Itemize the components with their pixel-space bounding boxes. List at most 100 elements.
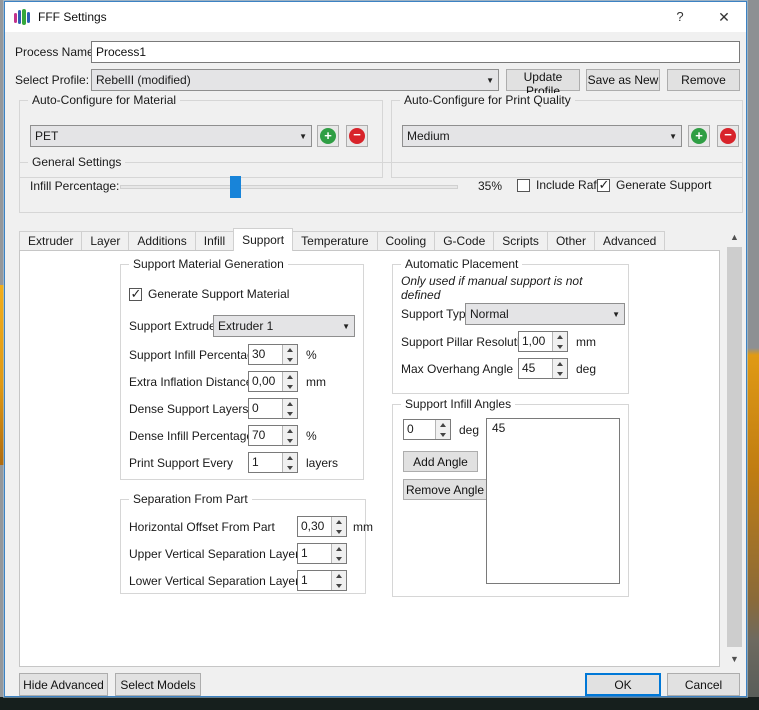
spinner-arrows-icon[interactable]: [331, 517, 346, 536]
angle-list[interactable]: 45: [486, 418, 620, 584]
spinner-arrows-icon[interactable]: [552, 359, 567, 378]
scroll-up-icon[interactable]: ▲: [726, 229, 743, 245]
spinner-arrows-icon[interactable]: [282, 372, 297, 391]
extra-inflation-distance-spinner[interactable]: 0,00: [248, 371, 298, 392]
profile-select[interactable]: RebelII (modified) ▼: [91, 69, 499, 91]
horizontal-offset-spinner[interactable]: 0,30: [297, 516, 347, 537]
infill-slider[interactable]: [120, 176, 458, 198]
scrollbar-thumb[interactable]: [727, 247, 742, 647]
support-infill-angles-title: Support Infill Angles: [401, 397, 515, 411]
infill-slider-handle[interactable]: [230, 176, 241, 198]
title-bar[interactable]: FFF Settings ? ✕: [5, 2, 746, 32]
automatic-placement-title: Automatic Placement: [401, 257, 522, 271]
support-type-select[interactable]: Normal ▼: [465, 303, 625, 325]
quality-select[interactable]: Medium ▼: [402, 125, 682, 147]
ok-button[interactable]: OK: [585, 673, 661, 696]
add-material-button[interactable]: +: [317, 125, 339, 147]
separation-group: Separation From Part Horizontal Offset F…: [120, 499, 366, 594]
minus-circle-icon: −: [349, 128, 365, 144]
chevron-down-icon: ▼: [338, 322, 350, 331]
tab-support[interactable]: Support: [233, 228, 293, 251]
spinner-arrows-icon[interactable]: [282, 453, 297, 472]
material-value: PET: [35, 129, 295, 143]
tab-infill[interactable]: Infill: [195, 231, 234, 251]
select-models-button[interactable]: Select Models: [115, 673, 201, 696]
spinner-arrows-icon[interactable]: [331, 544, 346, 563]
general-settings-group: General Settings Infill Percentage: 35% …: [19, 162, 743, 213]
process-name-input[interactable]: [91, 41, 740, 63]
angle-list-item[interactable]: 45: [487, 419, 619, 437]
add-quality-button[interactable]: +: [688, 125, 710, 147]
support-type-value: Normal: [470, 307, 608, 321]
quality-value: Medium: [407, 129, 665, 143]
tab-advanced[interactable]: Advanced: [594, 231, 665, 251]
tab-scripts[interactable]: Scripts: [493, 231, 548, 251]
save-as-new-button[interactable]: Save as New: [586, 69, 660, 91]
spinner-arrows-icon[interactable]: [282, 426, 297, 445]
desktop-background-right: [746, 0, 759, 710]
max-overhang-spinner[interactable]: 45: [518, 358, 568, 379]
chevron-down-icon: ▼: [482, 76, 494, 85]
angle-spinner[interactable]: 0: [403, 419, 451, 440]
spinner-value: 0: [404, 420, 435, 439]
include-raft-option[interactable]: Include Raft: [517, 178, 600, 192]
include-raft-checkbox[interactable]: [517, 179, 530, 192]
add-angle-button[interactable]: Add Angle: [403, 451, 478, 472]
spinner-value: 1: [298, 571, 331, 590]
spinner-value: 1: [249, 453, 282, 472]
scroll-down-icon[interactable]: ▼: [726, 651, 743, 667]
generate-support-material-label: Generate Support Material: [148, 287, 289, 301]
support-tab-panel: Support Material Generation Generate Sup…: [19, 250, 720, 667]
lower-separation-spinner[interactable]: 1: [297, 570, 347, 591]
unit-label: %: [306, 429, 317, 443]
support-extruder-value: Extruder 1: [218, 319, 338, 333]
dense-infill-percentage-spinner[interactable]: 70: [248, 425, 298, 446]
tab-cooling[interactable]: Cooling: [377, 231, 436, 251]
tab-other[interactable]: Other: [547, 231, 595, 251]
upper-separation-spinner[interactable]: 1: [297, 543, 347, 564]
support-material-title: Support Material Generation: [129, 257, 288, 271]
panel-scrollbar[interactable]: ▲ ▼: [726, 229, 743, 667]
tab-additions[interactable]: Additions: [128, 231, 195, 251]
material-select[interactable]: PET ▼: [30, 125, 312, 147]
remove-angle-button[interactable]: Remove Angle: [403, 479, 487, 500]
support-infill-percentage-spinner[interactable]: 30: [248, 344, 298, 365]
dense-support-layers-spinner[interactable]: 0: [248, 398, 298, 419]
tab-layer[interactable]: Layer: [81, 231, 129, 251]
remove-quality-button[interactable]: −: [717, 125, 739, 147]
help-button[interactable]: ?: [660, 2, 700, 32]
tab-gcode[interactable]: G-Code: [434, 231, 494, 251]
pillar-resolution-spinner[interactable]: 1,00: [518, 331, 568, 352]
hide-advanced-button[interactable]: Hide Advanced: [19, 673, 108, 696]
cancel-button[interactable]: Cancel: [667, 673, 740, 696]
generate-support-label: Generate Support: [616, 178, 711, 192]
spinner-arrows-icon[interactable]: [552, 332, 567, 351]
remove-profile-button[interactable]: Remove: [667, 69, 740, 91]
print-support-every-spinner[interactable]: 1: [248, 452, 298, 473]
tab-temperature[interactable]: Temperature: [292, 231, 377, 251]
generate-support-material-option[interactable]: Generate Support Material: [129, 283, 359, 305]
spinner-arrows-icon[interactable]: [331, 571, 346, 590]
generate-support-option[interactable]: Generate Support: [597, 178, 711, 192]
infill-percentage-label: Infill Percentage:: [30, 179, 119, 193]
dense-support-layers-label: Dense Support Layers: [129, 402, 248, 416]
close-icon[interactable]: ✕: [704, 2, 744, 32]
spinner-value: 0,30: [298, 517, 331, 536]
generate-support-checkbox[interactable]: [597, 179, 610, 192]
remove-material-button[interactable]: −: [346, 125, 368, 147]
auto-quality-title: Auto-Configure for Print Quality: [400, 93, 575, 107]
spinner-arrows-icon[interactable]: [435, 420, 450, 439]
update-profile-button[interactable]: Update Profile: [506, 69, 580, 91]
generate-support-material-checkbox[interactable]: [129, 288, 142, 301]
spinner-arrows-icon[interactable]: [282, 399, 297, 418]
spinner-value: 1: [298, 544, 331, 563]
tab-extruder[interactable]: Extruder: [19, 231, 82, 251]
select-profile-label: Select Profile:: [15, 73, 89, 87]
infill-percent-value: 35%: [478, 179, 502, 193]
spinner-arrows-icon[interactable]: [282, 345, 297, 364]
support-extruder-select[interactable]: Extruder 1 ▼: [213, 315, 355, 337]
profile-value: RebelII (modified): [96, 73, 482, 87]
upper-separation-label: Upper Vertical Separation Layers: [129, 547, 305, 561]
extra-inflation-distance-label: Extra Inflation Distance: [129, 375, 252, 389]
settings-tab-bar: Extruder Layer Additions Infill Support …: [19, 229, 664, 251]
